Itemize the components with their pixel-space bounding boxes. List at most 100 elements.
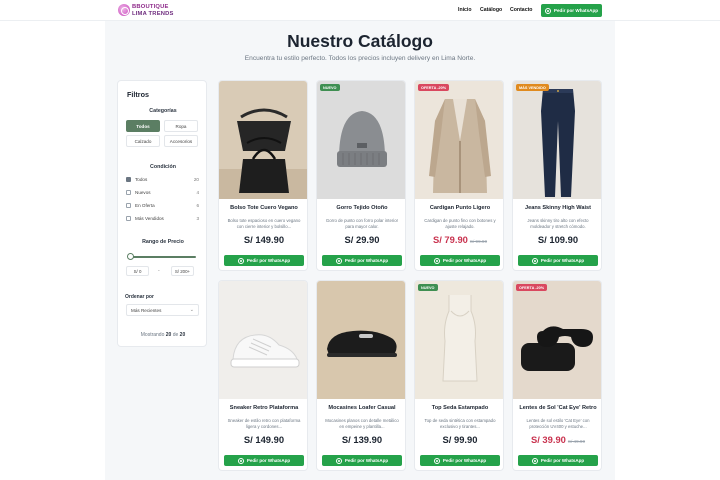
- category-chip-ropa[interactable]: Ropa: [164, 120, 198, 132]
- condition-row-mas-vendidos[interactable]: Más Vendidos 3: [126, 215, 199, 223]
- nav-link-contact[interactable]: Contacto: [510, 7, 532, 13]
- product-description: Sneaker de estilo retro con plataforma l…: [227, 418, 301, 429]
- product-card[interactable]: NUEVO Gorro Tejido Otoño Gorro de punto co…: [316, 80, 406, 271]
- whatsapp-order-button[interactable]: Pedir por WhatsApp: [322, 255, 402, 266]
- sort-label: Ordenar por: [125, 294, 154, 300]
- price-max-field[interactable]: S/ 200+: [171, 266, 194, 276]
- whatsapp-icon: [237, 457, 244, 464]
- product-badge: NUEVO: [320, 84, 340, 91]
- product-price: S/ 99.90: [442, 434, 478, 445]
- product-name[interactable]: Mocasines Loafer Casual: [317, 405, 405, 411]
- header-whatsapp-label: Pedir por WhatsApp: [553, 8, 599, 13]
- price-slider-handle[interactable]: [127, 253, 134, 260]
- product-name[interactable]: Sneaker Retro Plataforma: [219, 405, 307, 411]
- product-badge: OFERTA -20%: [418, 84, 450, 91]
- product-description: Cardigan de punto fino con botones y aju…: [424, 218, 496, 229]
- results-of: de: [172, 332, 179, 338]
- checkbox[interactable]: [126, 203, 131, 208]
- condition-count: 4: [196, 190, 199, 195]
- whatsapp-order-button[interactable]: Pedir por WhatsApp: [518, 255, 598, 266]
- category-chip-todos[interactable]: Todos: [126, 120, 160, 132]
- whatsapp-icon: [544, 7, 551, 14]
- top-header: BBOUTIQUE LIMA TRENDS Inicio Catálogo Co…: [0, 0, 720, 21]
- product-card[interactable]: NUEVO Top Seda Estampado Top de seda sinté…: [414, 280, 504, 471]
- brand-name-line1: BBOUTIQUE: [132, 4, 169, 10]
- condition-label: Nuevos: [135, 190, 151, 195]
- sort-select[interactable]: Más Recientes ⌄: [126, 304, 199, 316]
- whatsapp-order-label: Pedir por WhatsApp: [344, 458, 389, 463]
- whatsapp-order-label: Pedir por WhatsApp: [344, 258, 389, 263]
- checkbox[interactable]: [126, 216, 131, 221]
- category-chip-calzado[interactable]: Calzado: [126, 135, 160, 147]
- product-name[interactable]: Cardigan Punto Ligero: [415, 205, 503, 211]
- product-name[interactable]: Top Seda Estampado: [415, 405, 503, 411]
- product-image[interactable]: [317, 281, 406, 399]
- whatsapp-icon: [531, 457, 538, 464]
- whatsapp-order-button[interactable]: Pedir por WhatsApp: [420, 255, 500, 266]
- condition-label: En Oferta: [135, 203, 155, 208]
- condition-row-oferta[interactable]: En Oferta 6: [126, 202, 199, 210]
- condition-row-todos[interactable]: Todos 20: [126, 176, 199, 184]
- whatsapp-order-button[interactable]: Pedir por WhatsApp: [518, 455, 598, 466]
- product-name[interactable]: Jeans Skinny High Waist: [513, 205, 601, 211]
- product-name[interactable]: Gorro Tejido Otoño: [317, 205, 405, 211]
- sort-select-value: Más Recientes: [131, 308, 162, 313]
- whatsapp-order-button[interactable]: Pedir por WhatsApp: [224, 255, 304, 266]
- page-title: Nuestro Catálogo: [287, 31, 433, 51]
- product-price: S/ 149.90: [243, 434, 285, 445]
- product-card[interactable]: OFERTA -20% Cardigan Punto Ligero Cardigan…: [414, 80, 504, 271]
- product-card[interactable]: MÁS VENDIDO Jeans Skinny High Waist Jeans …: [512, 80, 602, 271]
- product-badge: MÁS VENDIDO: [516, 84, 549, 91]
- product-card[interactable]: Mocasines Loafer Casual Mocasines planos …: [316, 280, 406, 471]
- product-description: Bolso tote espacioso en cuero vegano con…: [227, 218, 301, 229]
- whatsapp-order-label: Pedir por WhatsApp: [246, 258, 291, 263]
- product-description: Jeans skinny tiro alto con efecto moldea…: [527, 218, 589, 229]
- product-card[interactable]: OFERTA -20% Lentes de Sol 'Cat Eye' Retro…: [512, 280, 602, 471]
- whatsapp-order-button[interactable]: Pedir por WhatsApp: [420, 455, 500, 466]
- product-card[interactable]: Bolso Tote Cuero Vegano Bolso tote espaci…: [218, 80, 308, 271]
- whatsapp-order-label: Pedir por WhatsApp: [540, 458, 585, 463]
- page-subtitle: Encuentra tu estilo perfecto. Todos los …: [244, 55, 476, 62]
- whatsapp-order-label: Pedir por WhatsApp: [540, 258, 585, 263]
- product-name[interactable]: Bolso Tote Cuero Vegano: [219, 205, 307, 211]
- old-price: S/ 99.90: [469, 239, 488, 244]
- condition-heading: Condición: [150, 164, 176, 170]
- condition-row-nuevos[interactable]: Nuevos 4: [126, 189, 199, 197]
- price-range-dash: -: [158, 268, 160, 274]
- product-image[interactable]: [219, 81, 308, 199]
- categories-heading: Categorías: [149, 108, 177, 114]
- whatsapp-icon: [433, 457, 440, 464]
- results-total: 20: [179, 332, 186, 338]
- price-min-field[interactable]: S/ 0: [126, 266, 149, 276]
- condition-count: 20: [193, 177, 199, 182]
- product-image[interactable]: [317, 81, 406, 199]
- whatsapp-icon: [433, 257, 440, 264]
- results-count: Mostrando 20 de 20: [118, 332, 208, 338]
- condition-label: Más Vendidos: [135, 216, 164, 221]
- product-image[interactable]: [415, 281, 504, 399]
- results-prefix: Mostrando: [140, 332, 165, 338]
- product-card[interactable]: Sneaker Retro Plataforma Sneaker de estil…: [218, 280, 308, 471]
- product-description: Mocasines planos con detalle metálico en…: [325, 418, 399, 429]
- checkbox[interactable]: [126, 177, 131, 182]
- product-image[interactable]: [415, 81, 504, 199]
- category-chip-accesorios[interactable]: Accesorios: [164, 135, 198, 147]
- price-slider-track[interactable]: [130, 256, 196, 258]
- product-image[interactable]: [513, 281, 602, 399]
- brand-logo[interactable]: BBOUTIQUE LIMA TRENDS: [118, 3, 173, 18]
- sale-price: S/ 39.90: [530, 434, 566, 445]
- product-description: Gorro de punto con forro polar interior …: [325, 218, 399, 229]
- whatsapp-order-button[interactable]: Pedir por WhatsApp: [224, 455, 304, 466]
- product-description: Top de seda sintética con estampado excl…: [424, 418, 496, 429]
- chevron-down-icon: ⌄: [189, 307, 194, 313]
- header-whatsapp-button[interactable]: Pedir por WhatsApp: [541, 4, 602, 17]
- checkbox[interactable]: [126, 190, 131, 195]
- product-price: S/ 139.90: [341, 434, 383, 445]
- whatsapp-order-button[interactable]: Pedir por WhatsApp: [322, 455, 402, 466]
- product-name[interactable]: Lentes de Sol 'Cat Eye' Retro: [513, 405, 601, 411]
- price-range-heading: Rango de Precio: [142, 239, 184, 245]
- product-image[interactable]: [219, 281, 308, 399]
- product-image[interactable]: [513, 81, 602, 199]
- nav-link-home[interactable]: Inicio: [458, 7, 472, 13]
- nav-link-catalog[interactable]: Catálogo: [480, 7, 502, 13]
